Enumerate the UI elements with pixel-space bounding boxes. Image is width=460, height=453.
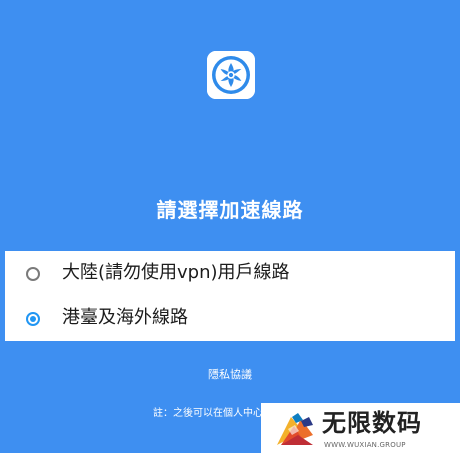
watermark-subtitle: WWW.WUXIAN.GROUP — [324, 441, 406, 449]
radio-unchecked-icon[interactable] — [26, 267, 40, 281]
route-option-mainland[interactable]: 大陸(請勿使用vpn)用戶線路 — [5, 251, 455, 296]
route-options-panel: 大陸(請勿使用vpn)用戶線路 港臺及海外線路 — [5, 251, 455, 341]
route-option-label: 大陸(請勿使用vpn)用戶線路 — [62, 262, 290, 283]
footer-note: 註：之後可以在個人中心 — [153, 408, 263, 419]
watermark-logo-icon — [275, 407, 315, 447]
privacy-policy-link[interactable]: 隱私協議 — [0, 367, 460, 383]
radio-checked-icon[interactable] — [26, 312, 40, 326]
aperture-icon — [207, 51, 255, 99]
app-icon — [207, 51, 255, 99]
watermark-title: 无限数码 — [322, 409, 422, 437]
route-selection-screen: 請選擇加速線路 大陸(請勿使用vpn)用戶線路 港臺及海外線路 隱私協議 註：之… — [0, 0, 460, 453]
route-option-overseas[interactable]: 港臺及海外線路 — [5, 296, 455, 341]
watermark-banner: 无限数码 WWW.WUXIAN.GROUP — [261, 403, 460, 453]
page-title: 請選擇加速線路 — [156, 198, 304, 222]
route-option-label: 港臺及海外線路 — [62, 307, 188, 328]
